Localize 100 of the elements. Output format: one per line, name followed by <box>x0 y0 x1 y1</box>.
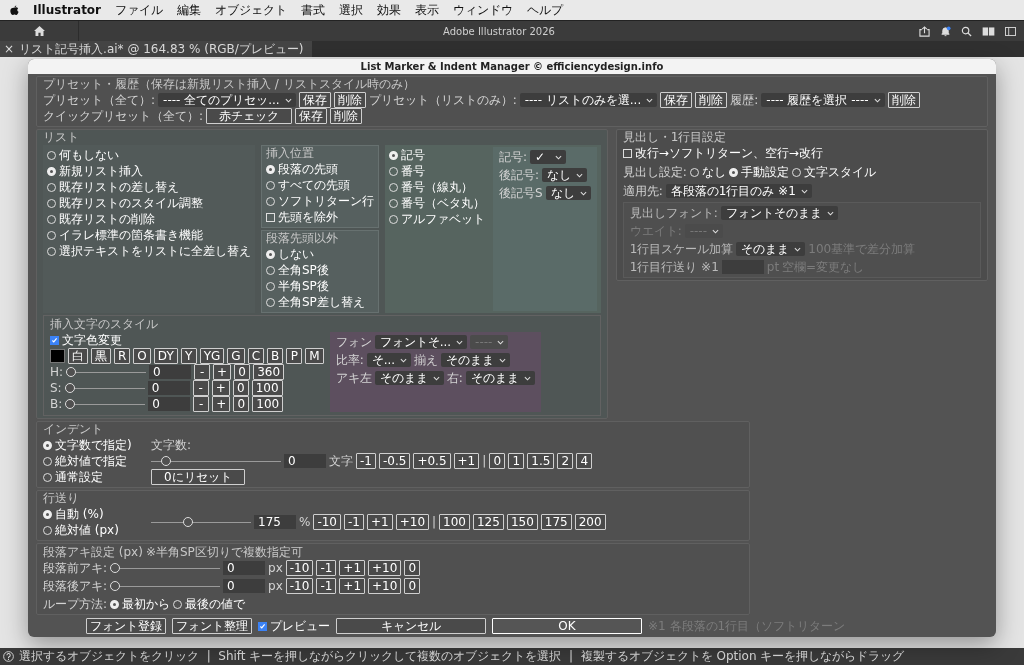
action-button[interactable]: 保存 <box>298 92 331 108</box>
text-field[interactable]: 0 <box>284 454 326 468</box>
action-button[interactable]: キャンセル <box>336 618 486 634</box>
radio-option[interactable]: 手動設定 <box>728 164 789 180</box>
action-button[interactable]: 削除 <box>887 92 920 108</box>
menu-item[interactable]: ウィンドウ <box>453 1 514 19</box>
action-button[interactable]: 黒 <box>91 348 111 364</box>
panels-icon[interactable] <box>982 26 995 36</box>
radio-option[interactable]: 既存リストの削除 <box>47 211 155 227</box>
action-button[interactable]: 150 <box>506 514 538 530</box>
radio-option[interactable]: 選択テキストをリストに全差し替え <box>47 243 251 259</box>
dropdown[interactable]: ---- リストのみを選... <box>519 93 658 107</box>
share-icon[interactable] <box>919 25 930 37</box>
document-tab[interactable]: リスト記号挿入.ai* @ 164.83 % (RGB/プレビュー) <box>19 41 304 57</box>
action-button[interactable]: +10 <box>368 560 402 576</box>
radio-option[interactable]: 既存リストのスタイル調整 <box>47 195 203 211</box>
radio-option[interactable]: ソフトリターン行 <box>266 193 374 209</box>
menu-item[interactable]: 表示 <box>415 1 440 19</box>
action-button[interactable]: M <box>305 348 324 364</box>
menu-item[interactable]: 効果 <box>377 1 402 19</box>
action-button[interactable]: +1 <box>339 578 366 594</box>
text-field[interactable]: 0 <box>147 381 190 395</box>
radio-option[interactable]: 既存リストの差し替え <box>47 179 179 195</box>
apple-icon[interactable] <box>10 4 19 16</box>
radio-option[interactable]: イラレ標準の箇条書き機能 <box>47 227 203 243</box>
action-button[interactable]: 0 <box>232 380 249 396</box>
radio-option[interactable]: 全角SP差し替え <box>266 294 365 310</box>
slider[interactable] <box>66 367 147 377</box>
action-button[interactable]: - <box>192 380 209 396</box>
radio-option[interactable]: しない <box>266 246 314 262</box>
action-button[interactable]: +1 <box>339 560 366 576</box>
action-button[interactable]: 1 <box>508 453 525 469</box>
action-button[interactable]: フォント整理 <box>172 618 252 634</box>
action-button[interactable]: 保存 <box>295 108 328 124</box>
action-button[interactable]: 削除 <box>333 92 366 108</box>
action-button[interactable]: YG <box>199 348 225 364</box>
action-button[interactable]: OK <box>492 618 642 634</box>
radio-option[interactable]: 新規リスト挿入 <box>47 163 143 179</box>
action-button[interactable]: -1 <box>316 560 337 576</box>
close-button[interactable]: × <box>4 41 15 57</box>
action-button[interactable]: - <box>194 364 211 380</box>
slider-thumb[interactable] <box>66 367 77 377</box>
action-button[interactable]: 白 <box>68 348 88 364</box>
radio-option[interactable]: 番号（ベタ丸） <box>389 195 485 211</box>
slider-thumb[interactable] <box>64 383 75 393</box>
action-button[interactable]: 100 <box>439 514 470 530</box>
bell-icon[interactable] <box>940 25 951 37</box>
action-button[interactable]: +0.5 <box>413 453 451 469</box>
action-button[interactable]: P <box>286 348 303 364</box>
dropdown[interactable]: そのまま <box>465 371 535 385</box>
menu-item[interactable]: オブジェクト <box>215 1 288 19</box>
action-button[interactable]: 0 <box>233 396 250 412</box>
action-button[interactable]: -10 <box>285 560 314 576</box>
radio-option[interactable]: 段落の先頭 <box>266 161 338 177</box>
dropdown[interactable]: フォントそ... <box>374 335 468 349</box>
dropdown[interactable]: ---- 履歴を選択 ---- <box>761 93 885 107</box>
action-button[interactable]: + <box>211 380 230 396</box>
radio-option[interactable]: 最後の値で <box>173 596 246 612</box>
checkbox[interactable]: 文字色変更 <box>50 332 122 348</box>
action-button[interactable]: 0 <box>404 560 421 576</box>
radio-option[interactable]: 半角SP後 <box>266 278 329 294</box>
action-button[interactable]: G <box>227 348 245 364</box>
menu-item[interactable]: 書式 <box>301 1 326 19</box>
action-button[interactable]: 0 <box>234 364 251 380</box>
radio-option[interactable]: 全角SP後 <box>266 262 329 278</box>
dropdown[interactable]: なし <box>545 186 591 200</box>
checkbox[interactable]: 改行→ソフトリターン、空行→改行 <box>622 145 823 161</box>
action-button[interactable]: B <box>267 348 284 364</box>
radio-option[interactable]: 絶対値 (px) <box>43 522 119 538</box>
action-button[interactable]: 360 <box>253 364 285 380</box>
radio-option[interactable]: 文字数で指定) <box>43 437 132 453</box>
action-button[interactable]: 125 <box>472 514 504 530</box>
dropdown[interactable]: そ... <box>366 353 412 367</box>
radio-option[interactable]: なし <box>689 164 726 180</box>
search-icon[interactable] <box>961 25 972 37</box>
menu-item[interactable]: 編集 <box>177 1 202 19</box>
slider-thumb[interactable] <box>110 563 121 573</box>
action-button[interactable]: DY <box>153 348 178 364</box>
action-button[interactable]: +10 <box>368 578 402 594</box>
action-button[interactable]: +1 <box>453 453 480 469</box>
radio-option[interactable]: 通常設定 <box>43 469 103 485</box>
text-field[interactable]: 0 <box>223 579 266 593</box>
menu-item[interactable]: ヘルプ <box>527 1 564 19</box>
action-button[interactable]: + <box>212 396 231 412</box>
action-button[interactable]: Y <box>180 348 197 364</box>
color-swatch[interactable] <box>50 349 65 363</box>
action-button[interactable]: 0にリセット <box>151 469 245 485</box>
radio-option[interactable]: 絶対値で指定 <box>43 453 127 469</box>
dropdown[interactable]: フォントそのまま <box>720 206 838 220</box>
radio-option[interactable]: 何もしない <box>47 147 119 163</box>
action-button[interactable]: 削除 <box>695 92 728 108</box>
action-button[interactable]: O <box>133 348 151 364</box>
menu-item[interactable]: ファイル <box>115 1 164 19</box>
action-button[interactable]: 0 <box>404 578 421 594</box>
text-field[interactable]: 0 <box>223 561 266 575</box>
dropdown[interactable]: そのまま <box>736 242 806 256</box>
text-field[interactable]: 0 <box>149 365 192 379</box>
action-button[interactable]: +10 <box>395 514 429 530</box>
radio-option[interactable]: 文字スタイル <box>791 164 876 180</box>
slider-thumb[interactable] <box>182 517 193 527</box>
